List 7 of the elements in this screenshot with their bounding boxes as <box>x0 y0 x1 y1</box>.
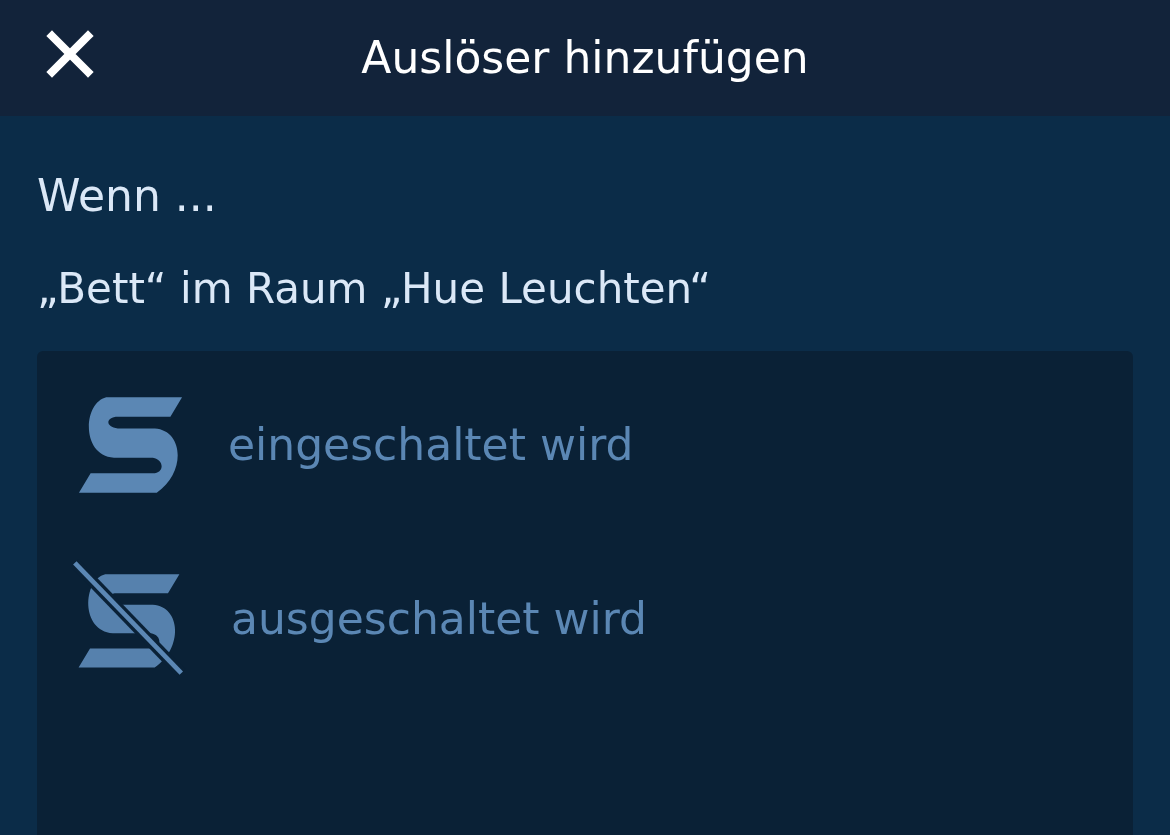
section-heading: Wenn ... <box>37 174 218 218</box>
screen-title: Auslöser hinzufügen <box>361 36 809 80</box>
trigger-option[interactable]: eingeschaltet wird <box>77 395 1093 495</box>
device-description: „Bett“ im Raum „Hue Leuchten“ <box>37 268 712 310</box>
switch-icon <box>77 395 184 495</box>
close-icon[interactable] <box>46 30 94 78</box>
trigger-option[interactable]: ausgeschaltet wird <box>77 559 1093 679</box>
